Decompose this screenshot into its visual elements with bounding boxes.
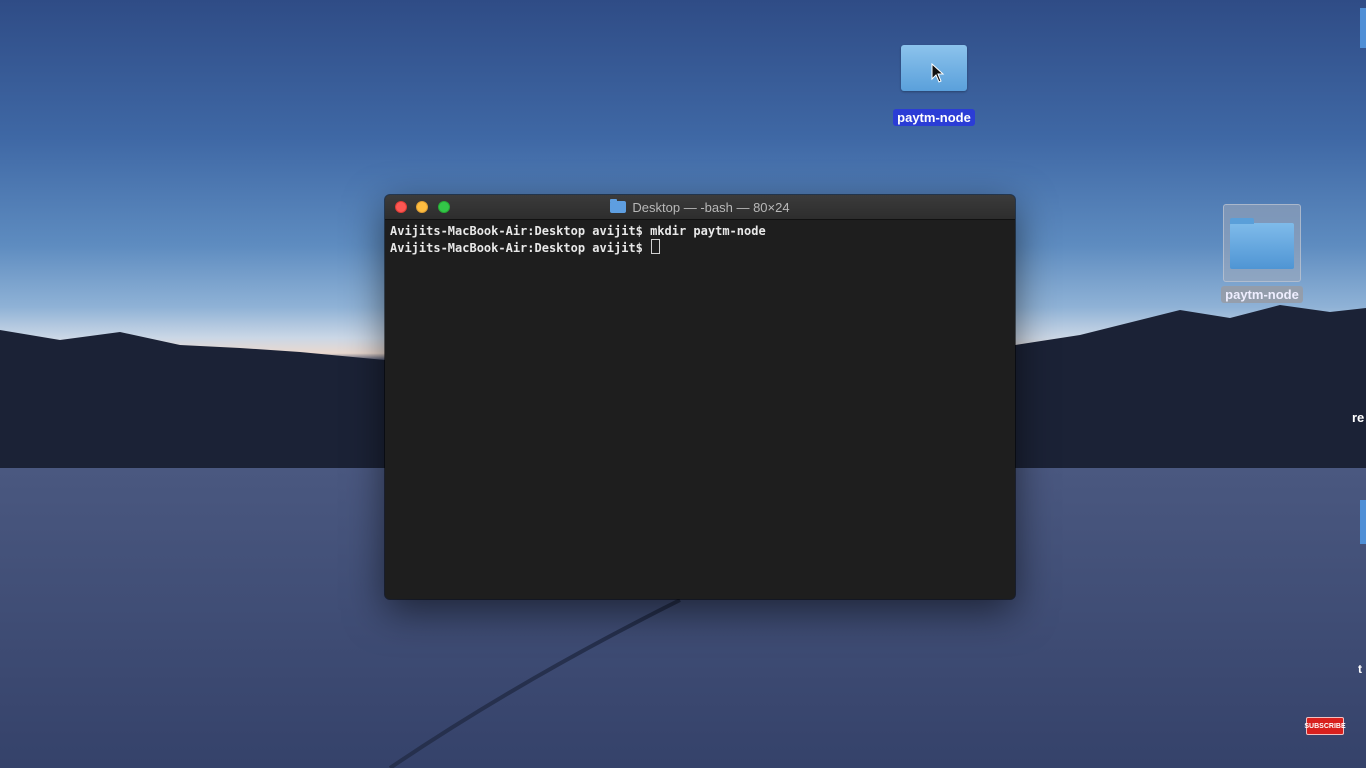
folder-icon	[610, 199, 627, 213]
offscreen-text: re	[1352, 410, 1365, 425]
desktop-folder-paytm-node-new[interactable]: paytm-node	[886, 45, 982, 127]
offscreen-window-edge	[1360, 8, 1366, 48]
folder-icon[interactable]	[1230, 218, 1294, 269]
offscreen-window-edge	[1360, 500, 1366, 544]
folder-rename-label[interactable]: paytm-node	[893, 109, 975, 126]
desktop-folder-paytm-node[interactable]: paytm-node	[1214, 204, 1310, 304]
offscreen-text: t	[1358, 662, 1362, 676]
window-title: Desktop — -bash — 80×24	[385, 195, 1015, 219]
folder-label[interactable]: paytm-node	[1221, 286, 1303, 303]
terminal-titlebar[interactable]: Desktop — -bash — 80×24	[385, 195, 1015, 220]
desktop-wallpaper: paytm-node paytm-node Desktop — -bash — …	[0, 0, 1366, 768]
text-cursor	[651, 239, 661, 254]
terminal-line: Avijits-MacBook-Air:Desktop avijit$ mkdi…	[390, 224, 766, 238]
terminal-prompt-line[interactable]: Avijits-MacBook-Air:Desktop avijit$	[390, 239, 1010, 256]
terminal-output[interactable]: Avijits-MacBook-Air:Desktop avijit$ mkdi…	[385, 220, 1015, 599]
subscribe-button[interactable]: SUBSCRIBE	[1304, 717, 1346, 735]
terminal-prompt: Avijits-MacBook-Air:Desktop avijit$	[390, 241, 651, 255]
folder-selection-box[interactable]	[1223, 204, 1301, 282]
terminal-window[interactable]: Desktop — -bash — 80×24 Avijits-MacBook-…	[385, 195, 1015, 599]
window-title-text: Desktop — -bash — 80×24	[632, 199, 790, 215]
mouse-pointer-icon	[931, 63, 945, 83]
